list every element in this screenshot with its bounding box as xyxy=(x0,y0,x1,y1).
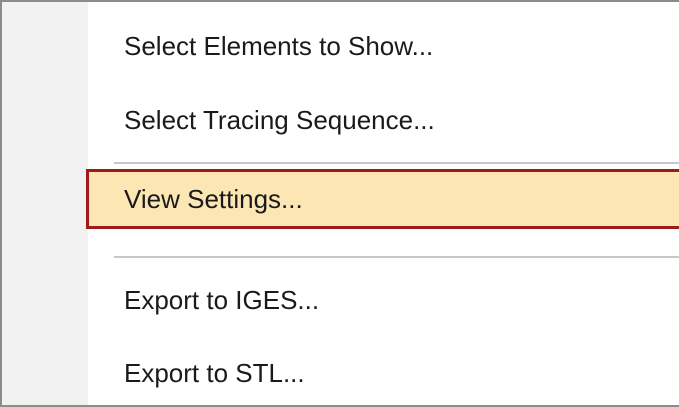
menu-item-export-to-stl[interactable]: Export to STL... xyxy=(86,343,679,403)
menu-item-export-to-iges[interactable]: Export to IGES... xyxy=(86,270,679,330)
menu-separator xyxy=(114,162,679,164)
menu-item-select-elements-to-show[interactable]: Select Elements to Show... xyxy=(86,16,679,76)
menu-item-view-settings[interactable]: View Settings... xyxy=(86,169,679,229)
menu-item-select-tracing-sequence[interactable]: Select Tracing Sequence... xyxy=(86,90,679,150)
menu-separator xyxy=(114,256,679,258)
context-menu: Select Elements to Show... Select Tracin… xyxy=(0,0,679,407)
menu-icon-gutter xyxy=(2,2,88,405)
